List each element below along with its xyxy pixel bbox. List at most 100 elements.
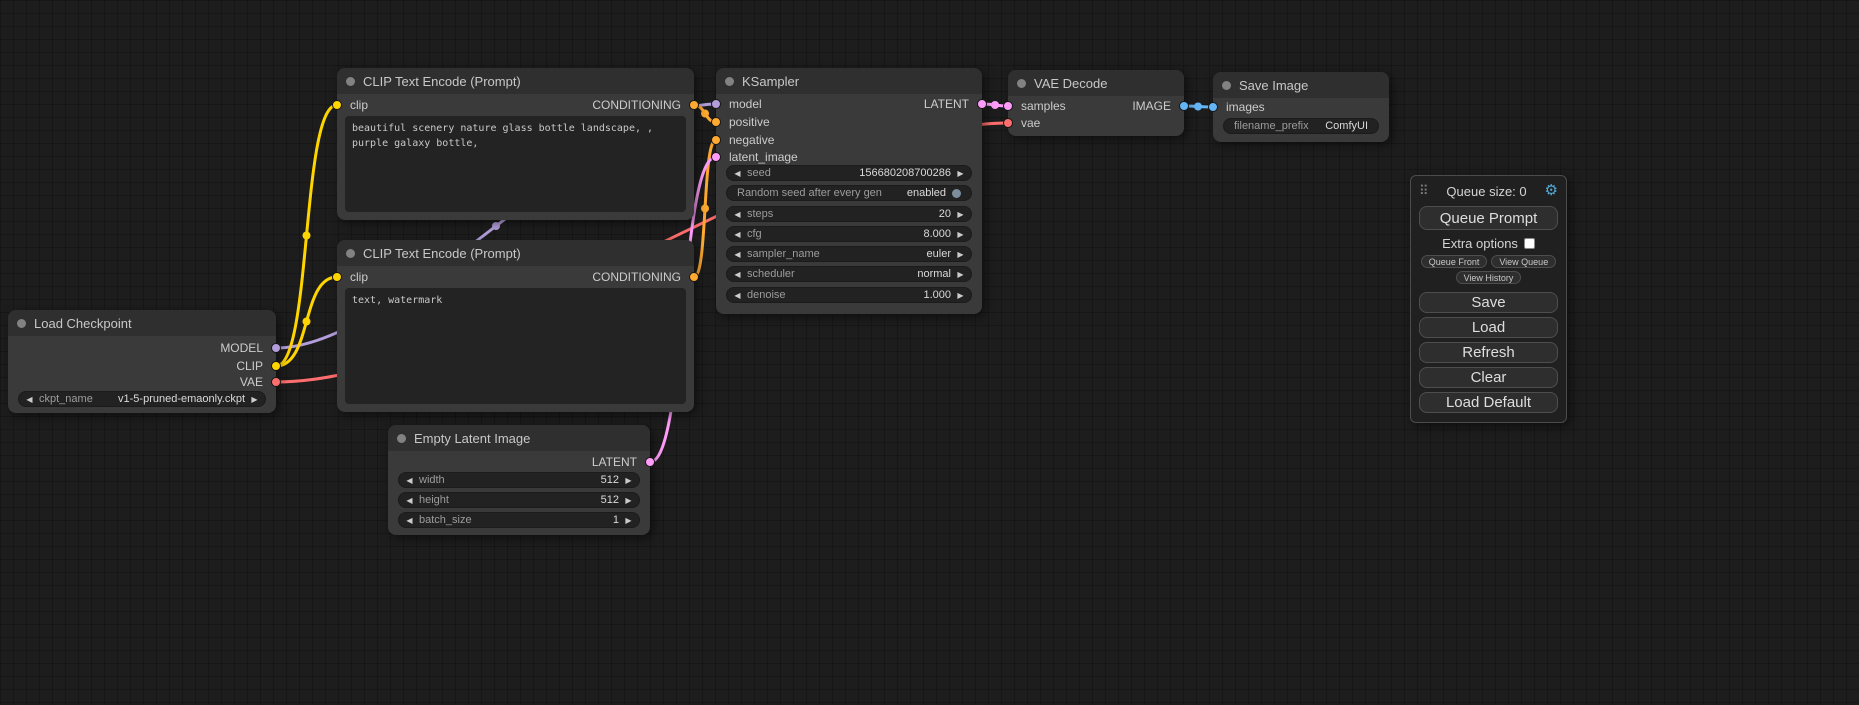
prompt-textarea[interactable]: beautiful scenery nature glass bottle la… <box>345 116 686 212</box>
increment-arrow-icon[interactable]: ▶ <box>956 227 965 242</box>
drag-handle-icon[interactable]: ⠿ <box>1419 183 1429 199</box>
slot-label: images <box>1226 100 1265 114</box>
view-queue-button[interactable]: View Queue <box>1491 255 1556 268</box>
widget-filename-prefix[interactable]: filename_prefix ComfyUI <box>1223 118 1379 134</box>
decrement-arrow-icon[interactable]: ◀ <box>25 392 34 407</box>
conditioning-slot-dot[interactable] <box>689 100 699 110</box>
load-button[interactable]: Load <box>1419 317 1558 338</box>
output-slot-conditioning[interactable]: CONDITIONING <box>337 269 694 285</box>
queue-prompt-button[interactable]: Queue Prompt <box>1419 206 1558 230</box>
widget-denoise[interactable]: ◀ denoise 1.000 ▶ <box>726 287 972 303</box>
widget-seed[interactable]: ◀ seed 156680208700286 ▶ <box>726 165 972 181</box>
node-load-checkpoint[interactable]: Load Checkpoint MODEL CLIP VAE ◀ ckpt_na… <box>8 310 276 413</box>
load-default-button[interactable]: Load Default <box>1419 392 1558 413</box>
decrement-arrow-icon[interactable]: ◀ <box>733 207 742 222</box>
input-slot-latent-image[interactable]: latent_image <box>716 149 982 165</box>
increment-arrow-icon[interactable]: ▶ <box>956 288 965 303</box>
node-title-bar[interactable]: CLIP Text Encode (Prompt) <box>337 240 694 266</box>
extra-options-label: Extra options <box>1442 236 1518 251</box>
increment-arrow-icon[interactable]: ▶ <box>956 166 965 181</box>
widget-sampler-name[interactable]: ◀ sampler_name euler ▶ <box>726 246 972 262</box>
widget-ckpt-name[interactable]: ◀ ckpt_name v1-5-pruned-emaonly.ckpt ▶ <box>18 391 266 407</box>
vae-slot-dot[interactable] <box>271 377 281 387</box>
conditioning-slot-dot[interactable] <box>711 117 721 127</box>
increment-arrow-icon[interactable]: ▶ <box>956 267 965 282</box>
collapse-dot-icon[interactable] <box>346 77 355 86</box>
output-slot-latent[interactable]: LATENT <box>388 454 650 470</box>
node-title-bar[interactable]: Empty Latent Image <box>388 425 650 451</box>
node-canvas[interactable]: Load Checkpoint MODEL CLIP VAE ◀ ckpt_na… <box>0 0 1859 705</box>
decrement-arrow-icon[interactable]: ◀ <box>405 473 414 488</box>
toggle-dot-icon[interactable] <box>952 189 961 198</box>
node-clip-text-encode-positive[interactable]: CLIP Text Encode (Prompt) clip CONDITION… <box>337 68 694 220</box>
prompt-textarea[interactable]: text, watermark <box>345 288 686 404</box>
model-slot-dot[interactable] <box>271 343 281 353</box>
latent-slot-dot[interactable] <box>711 152 721 162</box>
node-title-bar[interactable]: Load Checkpoint <box>8 310 276 336</box>
node-title-bar[interactable]: CLIP Text Encode (Prompt) <box>337 68 694 94</box>
decrement-arrow-icon[interactable]: ◀ <box>733 227 742 242</box>
slot-label: latent_image <box>729 150 798 164</box>
extra-options-checkbox[interactable] <box>1524 238 1535 249</box>
input-slot-vae[interactable]: vae <box>1008 115 1184 131</box>
queue-front-button[interactable]: Queue Front <box>1421 255 1488 268</box>
decrement-arrow-icon[interactable]: ◀ <box>733 166 742 181</box>
node-vae-decode[interactable]: VAE Decode samples IMAGE vae <box>1008 70 1184 136</box>
collapse-dot-icon[interactable] <box>17 319 26 328</box>
settings-gear-icon[interactable]: ⚙ <box>1545 183 1558 199</box>
slot-label: CLIP <box>236 359 263 373</box>
widget-cfg[interactable]: ◀ cfg 8.000 ▶ <box>726 226 972 242</box>
refresh-button[interactable]: Refresh <box>1419 342 1558 363</box>
decrement-arrow-icon[interactable]: ◀ <box>733 267 742 282</box>
input-slot-images[interactable]: images <box>1213 99 1389 115</box>
latent-slot-dot[interactable] <box>645 457 655 467</box>
widget-height[interactable]: ◀ height 512 ▶ <box>398 492 640 508</box>
widget-width[interactable]: ◀ width 512 ▶ <box>398 472 640 488</box>
decrement-arrow-icon[interactable]: ◀ <box>733 288 742 303</box>
output-slot-latent[interactable]: LATENT <box>716 96 982 112</box>
output-slot-conditioning[interactable]: CONDITIONING <box>337 97 694 113</box>
clip-slot-dot[interactable] <box>271 361 281 371</box>
widget-value: ComfyUI <box>1325 120 1368 132</box>
conditioning-slot-dot[interactable] <box>711 135 721 145</box>
latent-slot-dot[interactable] <box>977 99 987 109</box>
output-slot-clip[interactable]: CLIP <box>8 358 276 374</box>
collapse-dot-icon[interactable] <box>725 77 734 86</box>
input-slot-negative[interactable]: negative <box>716 132 982 148</box>
collapse-dot-icon[interactable] <box>1222 81 1231 90</box>
input-slot-positive[interactable]: positive <box>716 114 982 130</box>
increment-arrow-icon[interactable]: ▶ <box>956 207 965 222</box>
save-button[interactable]: Save <box>1419 292 1558 313</box>
image-slot-dot[interactable] <box>1208 102 1218 112</box>
increment-arrow-icon[interactable]: ▶ <box>624 513 633 528</box>
vae-slot-dot[interactable] <box>1003 118 1013 128</box>
collapse-dot-icon[interactable] <box>397 434 406 443</box>
widget-random-seed-toggle[interactable]: Random seed after every gen enabled <box>726 185 972 201</box>
increment-arrow-icon[interactable]: ▶ <box>624 473 633 488</box>
decrement-arrow-icon[interactable]: ◀ <box>733 247 742 262</box>
widget-batch-size[interactable]: ◀ batch_size 1 ▶ <box>398 512 640 528</box>
node-save-image[interactable]: Save Image images filename_prefix ComfyU… <box>1213 72 1389 142</box>
node-title-bar[interactable]: Save Image <box>1213 72 1389 98</box>
view-history-button[interactable]: View History <box>1456 271 1522 284</box>
widget-steps[interactable]: ◀ steps 20 ▶ <box>726 206 972 222</box>
node-empty-latent-image[interactable]: Empty Latent Image LATENT ◀ width 512 ▶ … <box>388 425 650 535</box>
collapse-dot-icon[interactable] <box>1017 79 1026 88</box>
output-slot-vae[interactable]: VAE <box>8 374 276 390</box>
image-slot-dot[interactable] <box>1179 101 1189 111</box>
conditioning-slot-dot[interactable] <box>689 272 699 282</box>
decrement-arrow-icon[interactable]: ◀ <box>405 493 414 508</box>
output-slot-model[interactable]: MODEL <box>8 340 276 356</box>
node-clip-text-encode-negative[interactable]: CLIP Text Encode (Prompt) clip CONDITION… <box>337 240 694 412</box>
clear-button[interactable]: Clear <box>1419 367 1558 388</box>
output-slot-image[interactable]: IMAGE <box>1008 98 1184 114</box>
node-title-bar[interactable]: VAE Decode <box>1008 70 1184 96</box>
decrement-arrow-icon[interactable]: ◀ <box>405 513 414 528</box>
widget-scheduler[interactable]: ◀ scheduler normal ▶ <box>726 266 972 282</box>
collapse-dot-icon[interactable] <box>346 249 355 258</box>
increment-arrow-icon[interactable]: ▶ <box>956 247 965 262</box>
increment-arrow-icon[interactable]: ▶ <box>624 493 633 508</box>
increment-arrow-icon[interactable]: ▶ <box>250 392 259 407</box>
node-ksampler[interactable]: KSampler model LATENT positive negative … <box>716 68 982 314</box>
node-title-bar[interactable]: KSampler <box>716 68 982 94</box>
